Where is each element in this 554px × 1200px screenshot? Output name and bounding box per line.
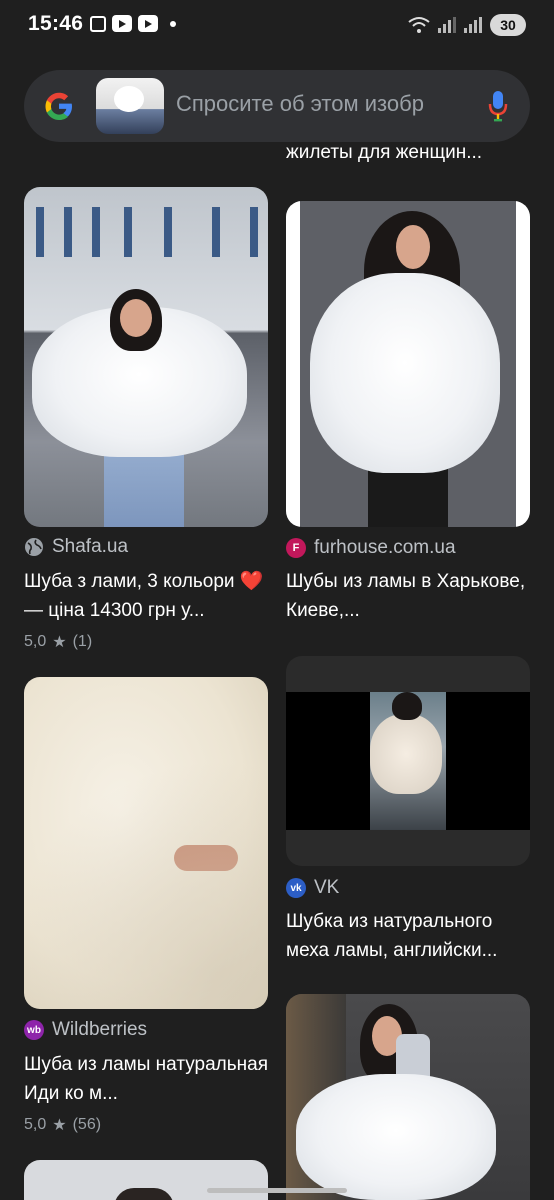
source-name: Shafa.ua bbox=[52, 536, 129, 557]
review-count: (1) bbox=[72, 633, 93, 650]
rating-value: 5,0 bbox=[24, 633, 47, 650]
google-logo-icon[interactable] bbox=[42, 89, 76, 123]
result-image[interactable] bbox=[286, 656, 530, 866]
furhouse-favicon-icon: F bbox=[286, 538, 306, 558]
result-image[interactable] bbox=[24, 187, 268, 527]
review-count: (56) bbox=[72, 1116, 102, 1133]
battery-icon: 30 bbox=[490, 14, 526, 36]
microphone-icon[interactable] bbox=[488, 90, 508, 122]
result-title[interactable]: Шуба з лами, 3 кольори ❤️ — ціна 14300 г… bbox=[24, 567, 270, 625]
more-notifications-icon bbox=[170, 20, 176, 27]
search-input[interactable]: Спросите об этом изобр bbox=[176, 91, 456, 117]
status-time: 15:46 bbox=[28, 12, 84, 35]
star-icon: ★ bbox=[52, 1117, 67, 1134]
rating: 5,0 ★ (56) bbox=[24, 1115, 101, 1135]
previous-result-title[interactable]: жилеты для женщин... bbox=[286, 142, 482, 164]
signal-icon bbox=[438, 17, 456, 33]
wifi-icon bbox=[408, 17, 430, 33]
wildberries-favicon-icon: wb bbox=[24, 1020, 44, 1040]
search-bar[interactable]: Спросите об этом изобр bbox=[24, 70, 530, 142]
youtube-icon bbox=[112, 15, 132, 32]
result-image[interactable] bbox=[286, 201, 530, 527]
result-title[interactable]: Шубы из ламы в Харькове, Киеве,... bbox=[286, 567, 532, 625]
source-name: Wildberries bbox=[52, 1019, 148, 1040]
result-source[interactable]: wb Wildberries bbox=[24, 1019, 147, 1041]
result-source[interactable]: Shafa.ua bbox=[24, 536, 128, 558]
rating-value: 5,0 bbox=[24, 1116, 47, 1133]
result-source[interactable]: F furhouse.com.ua bbox=[286, 537, 456, 559]
result-source[interactable]: vk VK bbox=[286, 877, 339, 899]
globe-icon bbox=[25, 538, 43, 556]
gesture-bar bbox=[207, 1188, 347, 1193]
source-name: VK bbox=[314, 877, 340, 898]
screenshot-icon bbox=[90, 15, 106, 32]
result-image[interactable] bbox=[24, 1160, 268, 1200]
status-bar: 15:46 30 bbox=[0, 0, 554, 52]
result-image[interactable] bbox=[24, 677, 268, 1009]
signal-icon bbox=[464, 17, 482, 33]
notification-icons bbox=[90, 15, 176, 32]
vk-favicon-icon: vk bbox=[286, 878, 306, 898]
result-title[interactable]: Шубка из натурального меха ламы, английс… bbox=[286, 907, 532, 965]
youtube-icon bbox=[138, 15, 158, 32]
source-name: furhouse.com.ua bbox=[314, 537, 456, 558]
star-icon: ★ bbox=[52, 634, 67, 651]
result-title[interactable]: Шуба из ламы натуральная Иди ко м... bbox=[24, 1050, 270, 1108]
query-image-thumbnail[interactable] bbox=[96, 78, 164, 134]
result-image[interactable] bbox=[286, 994, 530, 1200]
rating: 5,0 ★ (1) bbox=[24, 632, 92, 652]
system-icons: 30 bbox=[408, 14, 526, 36]
